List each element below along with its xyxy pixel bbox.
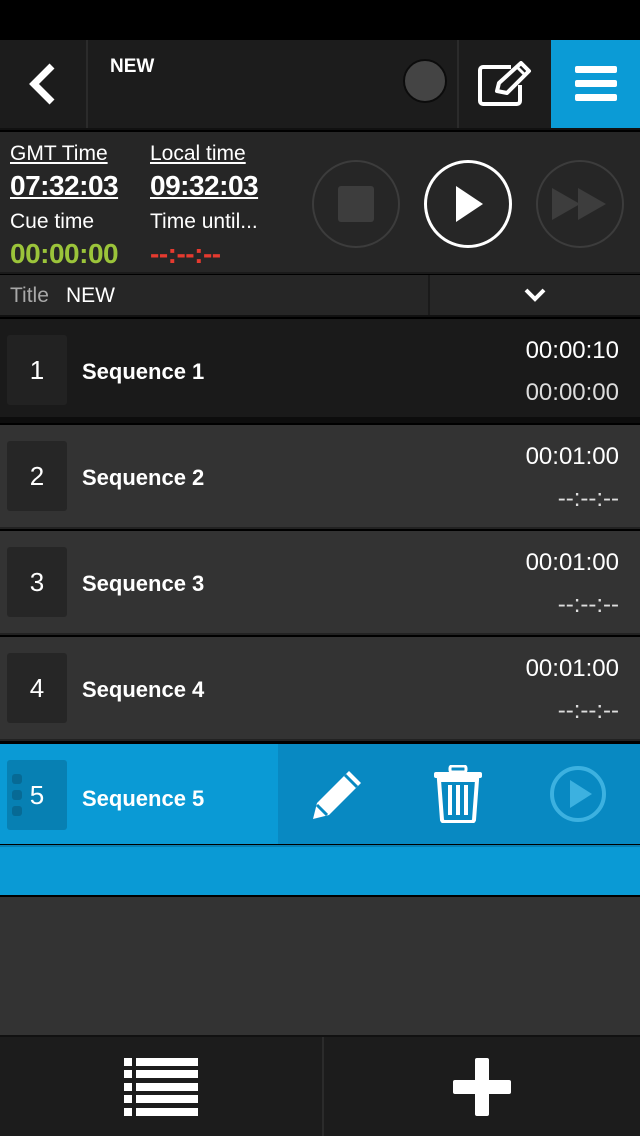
sequence-name: Sequence 3 [82,571,205,596]
sequence-name: Sequence 1 [82,359,205,384]
drag-handle[interactable] [12,774,24,818]
plus-icon [453,1057,511,1116]
edit-icon [478,61,531,106]
sequence-duration: 00:00:10 [525,337,619,364]
sequence-row-3[interactable]: 3 Sequence 3 00:01:00 --:--:-- [0,531,640,635]
list-icon [124,1057,198,1116]
sequence-duration: 00:01:00 [525,655,619,682]
page-title: NEW [110,56,155,77]
sequence-number: 1 [7,335,67,405]
sequence-extra-panel [0,845,640,895]
sequence-actions [278,744,640,844]
chevron-down-icon [524,288,546,302]
header: NEW [0,40,640,130]
time-panel: GMT Time 07:32:03 Local time 09:32:03 Cu… [0,132,640,274]
play-circle-icon [550,766,606,822]
sequence-number: 2 [7,441,67,511]
menu-button[interactable] [551,40,640,128]
stop-icon [338,186,374,222]
cue-time-label: Cue time [10,210,95,233]
fast-forward-button[interactable] [536,160,624,248]
local-time-label[interactable]: Local time [150,142,246,166]
sequence-number: 4 [7,653,67,723]
time-until-label: Time until... [150,210,258,233]
sequence-start-time: 00:00:00 [525,379,619,406]
back-button[interactable] [0,40,88,128]
sequence-number: 3 [7,547,67,617]
sequence-name: Sequence 4 [82,677,205,702]
add-sequence-button[interactable] [324,1037,640,1136]
play-sequence-button[interactable] [546,762,610,826]
status-bar [0,0,640,40]
menu-icon [574,66,617,101]
sequence-duration: 00:01:00 [525,549,619,576]
cue-time-value: 00:00:00 [10,238,119,269]
back-icon [29,63,55,105]
edit-sequence-button[interactable] [306,762,370,826]
title-value[interactable]: NEW [66,284,115,308]
stop-button[interactable] [312,160,400,248]
empty-list-area [0,897,640,1035]
time-until-value: --:--:-- [150,238,221,269]
sequence-start-time: --:--:-- [557,591,619,618]
bottom-toolbar [0,1035,640,1136]
sequence-duration: 00:01:00 [525,443,619,470]
gmt-time-value: 07:32:03 [10,170,119,201]
sequence-row-2[interactable]: 2 Sequence 2 00:01:00 --:--:-- [0,425,640,529]
sequence-name: Sequence 2 [82,465,205,490]
title-dropdown-button[interactable] [428,275,640,315]
sequence-row-4[interactable]: 4 Sequence 4 00:01:00 --:--:-- [0,637,640,741]
sequence-start-time: --:--:-- [557,697,619,724]
play-button[interactable] [424,160,512,248]
list-view-button[interactable] [0,1037,324,1136]
pencil-icon [313,771,361,819]
title-label: Title [10,284,49,307]
record-icon[interactable] [403,59,447,103]
sequence-row-5[interactable]: 5 Sequence 5 [0,744,640,844]
sequence-row-1[interactable]: 1 Sequence 1 00:00:10 00:00:00 [0,319,640,423]
delete-sequence-button[interactable] [426,762,490,826]
trash-icon [434,765,482,823]
play-icon [456,186,483,222]
sequence-start-time: --:--:-- [557,485,619,512]
sequence-name: Sequence 5 [82,786,205,811]
title-row: Title NEW [0,275,640,317]
local-time-value: 09:32:03 [150,170,259,201]
gmt-time-label[interactable]: GMT Time [10,142,108,166]
fast-forward-icon [552,188,606,220]
edit-button[interactable] [457,40,551,128]
